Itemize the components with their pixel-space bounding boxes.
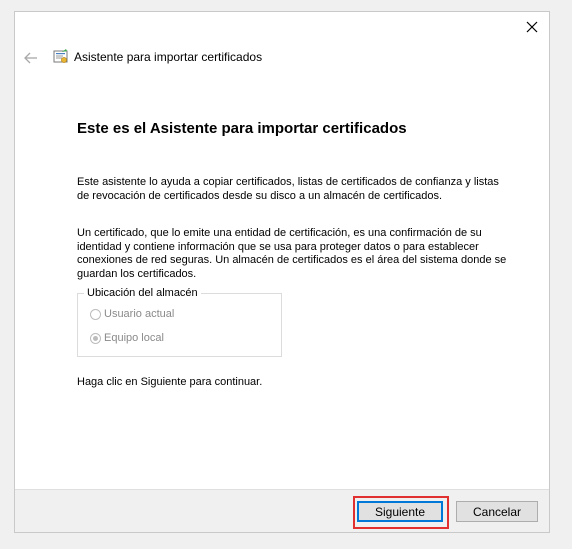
close-icon [526, 21, 538, 33]
radio-button-icon [90, 308, 101, 320]
cancel-button[interactable]: Cancelar [456, 501, 538, 522]
radio-current-user-label: Usuario actual [104, 308, 175, 320]
button-bar: Siguiente Cancelar [15, 489, 549, 532]
radio-local-machine[interactable]: Equipo local [90, 332, 164, 344]
wizard-header: Asistente para importar certificados [15, 42, 549, 72]
window-title: Asistente para importar certificados [74, 50, 263, 64]
intro-paragraph: Este asistente lo ayuda a copiar certifi… [77, 176, 499, 202]
certificate-icon [53, 49, 68, 63]
back-arrow-icon [24, 52, 37, 64]
store-location-legend: Ubicación del almacén [84, 287, 201, 299]
page-heading: Este es el Asistente para importar certi… [77, 120, 407, 137]
back-button[interactable] [21, 48, 41, 68]
radio-button-selected-icon [90, 332, 101, 344]
radio-local-machine-label: Equipo local [104, 332, 164, 344]
store-location-group: Ubicación del almacén Usuario actual Equ… [77, 287, 282, 357]
wizard-window: Asistente para importar certificados Est… [14, 11, 550, 533]
close-button[interactable] [515, 12, 549, 42]
certificate-description: Un certificado, que lo emite una entidad… [77, 227, 507, 280]
continue-instruction: Haga clic en Siguiente para continuar. [77, 376, 263, 388]
radio-current-user[interactable]: Usuario actual [90, 308, 174, 320]
next-button[interactable]: Siguiente [357, 501, 443, 522]
